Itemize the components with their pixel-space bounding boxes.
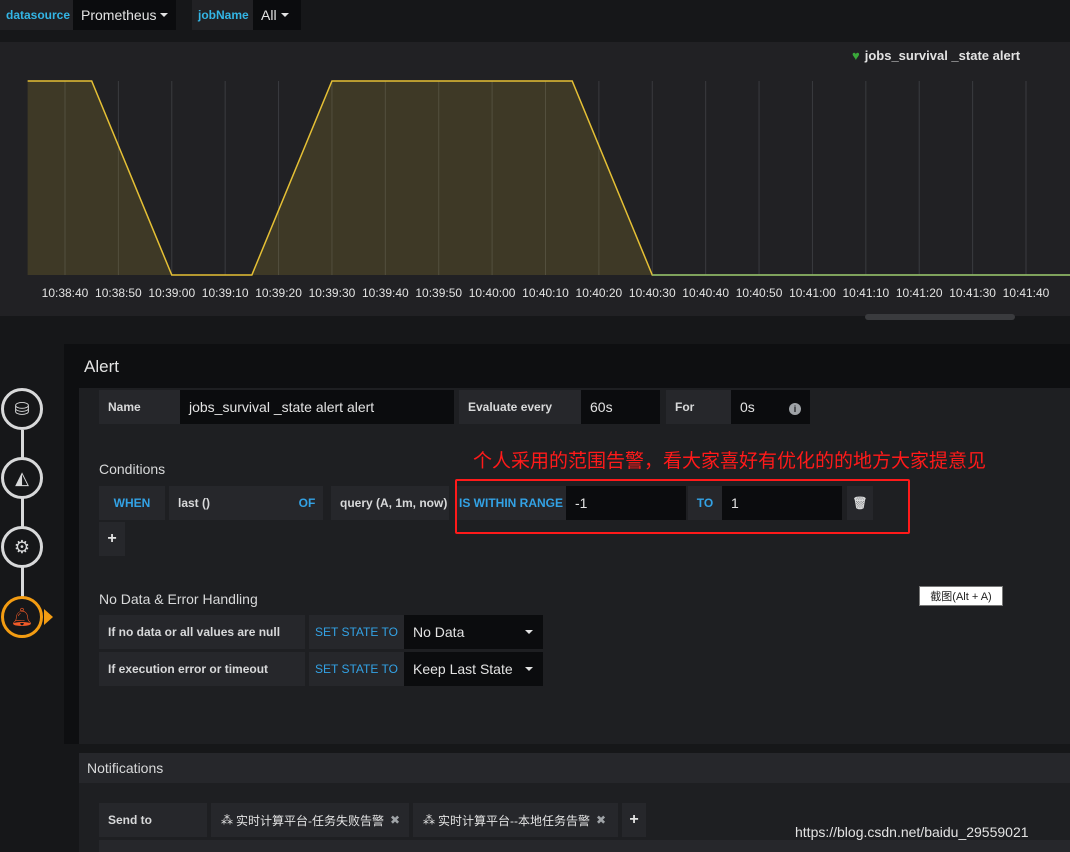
evaluate-label: Evaluate every xyxy=(459,390,581,424)
add-condition-button[interactable]: + xyxy=(99,522,125,556)
annotation-text: 个人采用的范围告警，看大家喜好有优化的的地方大家提意见 xyxy=(473,451,987,472)
x-tick-label: 10:39:20 xyxy=(255,286,302,300)
alert-title: Alert xyxy=(84,357,119,376)
send-to-label: Send to xyxy=(99,803,207,837)
datasource-dropdown[interactable]: Prometheus xyxy=(73,0,176,30)
datasource-label: datasource xyxy=(0,0,73,30)
of-label: OF xyxy=(291,486,323,520)
x-tick-label: 10:40:00 xyxy=(468,286,516,300)
x-tick-label: 10:40:30 xyxy=(628,286,676,300)
remove-icon[interactable]: ✖ xyxy=(596,813,606,827)
x-tick-label: 10:41:30 xyxy=(949,286,996,300)
x-tick-label: 10:41:00 xyxy=(789,286,836,300)
jobname-label: jobName xyxy=(192,0,253,30)
active-arrow xyxy=(44,609,53,625)
info-icon[interactable]: i xyxy=(789,403,801,415)
conditions-title: Conditions xyxy=(99,461,166,477)
nodata-action: SET STATE TO xyxy=(309,615,404,649)
x-tick-label: 10:41:10 xyxy=(842,286,890,300)
horizontal-scrollbar[interactable] xyxy=(865,314,1015,320)
notifications-header xyxy=(79,753,1070,783)
notification-target[interactable]: ⁂ 实时计算平台--本地任务告警 ✖ xyxy=(413,803,618,837)
x-tick-label: 10:39:40 xyxy=(361,286,409,300)
reducer-select[interactable]: last () xyxy=(169,486,291,520)
error-action: SET STATE TO xyxy=(309,652,404,686)
error-state-select[interactable]: Keep Last State xyxy=(404,652,543,686)
when-label: WHEN xyxy=(99,486,165,520)
settings-icon[interactable]: ⚙ xyxy=(1,526,43,568)
x-tick-label: 10:40:10 xyxy=(522,286,569,300)
x-tick-label: 10:39:00 xyxy=(148,286,196,300)
series-line xyxy=(652,274,1070,276)
x-tick-label: 10:39:30 xyxy=(308,286,356,300)
nodata-label: If no data or all values are null xyxy=(99,615,305,649)
notifications-title: Notifications xyxy=(87,760,164,776)
nodata-title: No Data & Error Handling xyxy=(99,591,258,607)
next-row xyxy=(99,840,1070,852)
watermark: https://blog.csdn.net/baidu_29559021 xyxy=(795,824,1029,840)
x-tick-label: 10:39:50 xyxy=(415,286,463,300)
x-tick-label: 10:40:20 xyxy=(575,286,623,300)
notification-target[interactable]: ⁂ 实时计算平台-任务失败告警 ✖ xyxy=(211,803,409,837)
for-label: For xyxy=(666,390,731,424)
series-area xyxy=(27,81,1070,275)
name-input[interactable]: jobs_survival _state alert alert xyxy=(180,390,454,424)
users-icon: ⁂ xyxy=(221,813,233,827)
tooltip: 截图(Alt + A) xyxy=(919,586,1003,606)
remove-icon[interactable]: ✖ xyxy=(390,813,400,827)
bell-icon[interactable]: 🔔︎ xyxy=(1,596,43,638)
x-tick-label: 10:41:40 xyxy=(1002,286,1050,300)
evaluate-input[interactable]: 60s xyxy=(581,390,660,424)
caret-down-icon xyxy=(525,667,533,671)
caret-down-icon xyxy=(525,630,533,634)
error-label: If execution error or timeout xyxy=(99,652,305,686)
caret-down-icon xyxy=(160,13,169,17)
graph-svg xyxy=(27,80,1070,276)
x-tick-label: 10:38:50 xyxy=(95,286,142,300)
series-area xyxy=(652,230,1070,275)
users-icon: ⁂ xyxy=(423,813,435,827)
graph-icon[interactable]: ◭ xyxy=(1,457,43,499)
nodata-state-select[interactable]: No Data xyxy=(404,615,543,649)
target-label: 实时计算平台-任务失败告警 xyxy=(236,813,384,828)
datasource-value: Prometheus xyxy=(81,7,157,23)
database-icon[interactable]: ⛁ xyxy=(1,388,43,430)
jobname-dropdown[interactable]: All xyxy=(253,0,301,30)
nodata-state-value: No Data xyxy=(413,624,465,640)
annotation-box xyxy=(455,479,910,534)
alert-content xyxy=(79,388,1070,744)
x-tick-label: 10:40:40 xyxy=(682,286,730,300)
target-label: 实时计算平台--本地任务告警 xyxy=(438,813,590,828)
add-target-button[interactable]: + xyxy=(622,803,646,837)
query-select[interactable]: query (A, 1m, now) xyxy=(331,486,449,520)
name-label: Name xyxy=(99,390,180,424)
x-tick-label: 10:39:10 xyxy=(201,286,249,300)
step-connector xyxy=(21,430,24,600)
x-tick-label: 10:41:20 xyxy=(895,286,943,300)
x-tick-label: 10:40:50 xyxy=(735,286,783,300)
x-tick-label: 10:38:40 xyxy=(41,286,89,300)
caret-down-icon xyxy=(280,13,289,17)
jobname-value: All xyxy=(261,7,277,23)
error-state-value: Keep Last State xyxy=(413,661,513,677)
